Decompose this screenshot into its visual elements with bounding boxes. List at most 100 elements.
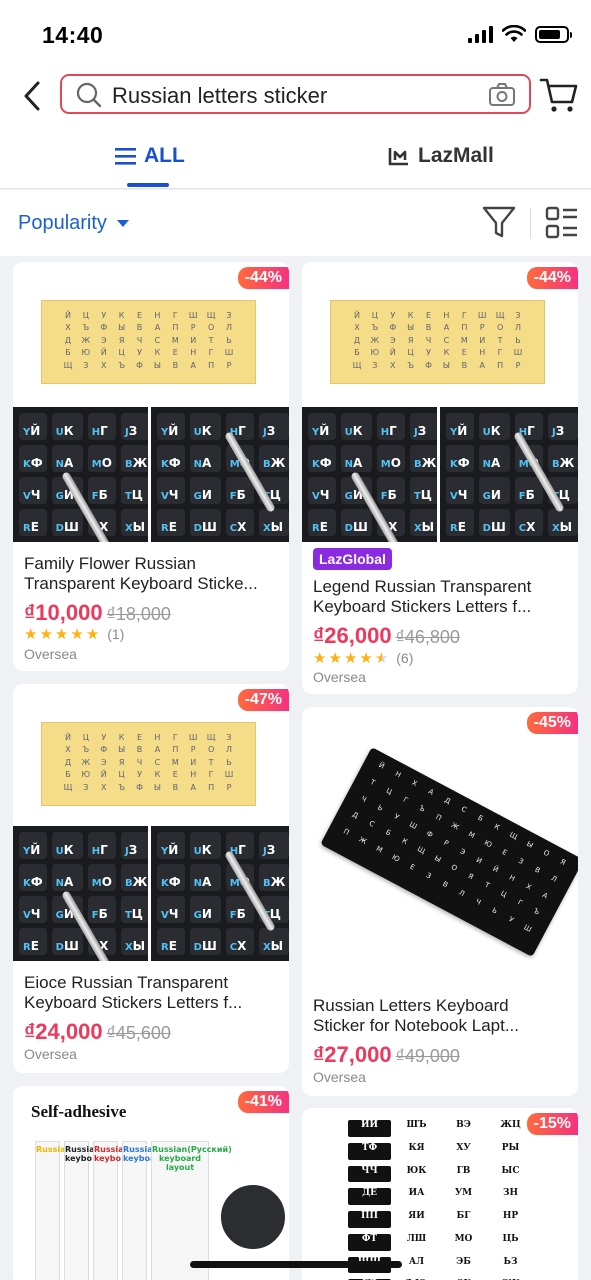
origin-label: Oversea (24, 1046, 77, 1062)
product-title: Eioce Russian Transparent Keyboard Stick… (24, 973, 243, 1012)
old-price: ₫18,000 (106, 604, 171, 624)
keyboard-photo: YЙUКHГJЗKФNАMОBЖVЧGИFБTЦRЕDШCХXЫ (13, 407, 148, 542)
discount-badge: -47% (237, 689, 289, 711)
status-bar: 14:40 (0, 0, 591, 66)
lazglobal-badge: LazGlobal (313, 548, 392, 570)
tab-all-indicator (127, 183, 169, 187)
sort-bar: Popularity (0, 190, 591, 256)
keyboard-photo: YЙUКHГJЗKФNАMОBЖVЧGИFБTЦRЕDШCХXЫ (302, 407, 437, 542)
origin-label: Oversea (24, 646, 77, 662)
product-title: Russian Letters Keyboard Sticker for Not… (313, 996, 519, 1035)
price-row: ₫27,000 ₫49,000 (313, 1042, 460, 1068)
sort-label: Popularity (18, 212, 107, 234)
filter-icon[interactable] (481, 204, 517, 240)
tab-lazmall-label: LazMall (418, 144, 494, 167)
image-caption: Self-adhesive (31, 1102, 127, 1121)
review-count: (6) (396, 650, 414, 666)
product-card[interactable]: ЙЦУКЕНГШЩЗХЪФЫВАПРОЛДЖЭЯЧСМИТЬБЮЙЦУКЕНГШ… (13, 684, 289, 1073)
sticker-strips: Russia Russia keybo Russia keybo Russia … (35, 1141, 232, 1280)
star-icon: ★ (313, 649, 327, 667)
sticker-strip: Russia keybo (93, 1141, 124, 1280)
home-indicator (190, 1261, 402, 1268)
sticker-sheet-letters: ЙЦУКЕНГШЩЗХЪФЫВАПРОЛДЖЭЯЧСМИТЬБЮЙЦУКЕНГШ… (63, 732, 234, 792)
sticker-strip: Russia keyboa (122, 1141, 155, 1280)
lazmall-icon (388, 148, 408, 166)
search-input[interactable]: Russian letters sticker (60, 74, 531, 114)
price-row: ₫10,000 ₫18,000 (24, 600, 171, 626)
product-image: Self-adhesive Russia Russia keybo Russia… (13, 1086, 289, 1280)
star-icon: ★ (24, 625, 38, 643)
product-card[interactable]: ЙЙ ШЪ ВЭ ЖЦ ТФ КЯ ХУ РЫ ЧЧ ЮК ГВ ЫС ДЕ ИА УМ ЗН ПП ЯИ БГ НР… (302, 1108, 578, 1280)
keyboard-photo: YЙUКHГJЗKФNАMОBЖVЧGИFБTЦRЕDШCХXЫ (151, 826, 289, 961)
star-icon: ★ (328, 649, 342, 667)
star-icon: ★ (54, 625, 69, 643)
product-card[interactable]: ЙНХАДСБКЩЫОЯТЦГЪПЖМЮЕЗВЛЧЬУШФРЭИЙНХАДСБК… (302, 707, 578, 1096)
back-button[interactable] (14, 76, 50, 116)
price: ₫10,000 (24, 600, 103, 625)
origin-label: Oversea (313, 669, 366, 685)
product-image: ЙЦУКЕНГШЩЗХЪФЫВАПРОЛДЖЭЯЧСМИТЬБЮЙЦУКЕНГШ… (302, 262, 578, 542)
wifi-icon (502, 25, 526, 42)
black-keyboard-sticker: ЙНХАДСБКЩЫОЯТЦГЪПЖМЮЕЗВЛЧЬУШФРЭИЙНХАДСБК… (320, 747, 578, 957)
review-count: (1) (107, 626, 125, 642)
star-icon: ★ (85, 625, 100, 643)
tab-lazmall[interactable]: LazMall (388, 144, 494, 168)
product-image: ЙНХАДСБКЩЫОЯТЦГЪПЖМЮЕЗВЛЧЬУШФРЭИЙНХАДСБК… (302, 707, 578, 983)
discount-badge: -15% (526, 1113, 578, 1135)
view-toggle-icon[interactable] (545, 206, 579, 240)
discount-badge: -44% (237, 267, 289, 289)
product-card[interactable]: ЙЦУКЕНГШЩЗХЪФЫВАПРОЛДЖЭЯЧСМИТЬБЮЙЦУКЕНГШ… (302, 262, 578, 694)
status-time: 14:40 (42, 22, 104, 48)
search-icon (76, 82, 102, 108)
product-image: ЙЦУКЕНГШЩЗХЪФЫВАПРОЛДЖЭЯЧСМИТЬБЮЙЦУКЕНГШ… (13, 262, 289, 542)
price: ₫24,000 (24, 1019, 103, 1044)
old-price: ₫49,000 (395, 1046, 460, 1066)
old-price: ₫46,800 (395, 627, 460, 647)
tab-all[interactable]: ALL (115, 144, 185, 168)
star-icon: ★ (39, 625, 53, 643)
sticker-closeup (218, 1182, 288, 1252)
sort-divider (530, 208, 531, 238)
old-price: ₫45,600 (106, 1023, 171, 1043)
sticker-sheet-letters: ЙЦУКЕНГШЩЗХЪФЫВАПРОЛДЖЭЯЧСМИТЬБЮЙЦУКЕНГШ… (63, 310, 234, 370)
discount-badge: -41% (237, 1091, 289, 1113)
tab-all-label: ALL (144, 144, 185, 167)
discount-badge: -45% (526, 712, 578, 734)
product-image: ЙЦУКЕНГШЩЗХЪФЫВАПРОЛДЖЭЯЧСМИТЬБЮЙЦУКЕНГШ… (13, 684, 289, 961)
back-icon (24, 81, 40, 111)
origin-label: Oversea (313, 1069, 366, 1085)
keyboard-photo: YЙUКHГJЗKФNАMОBЖVЧGИFБTЦRЕDШCХXЫ (151, 407, 289, 542)
search-header: Russian letters sticker (0, 66, 591, 126)
camera-icon[interactable] (489, 83, 515, 107)
battery-icon (535, 25, 572, 43)
star-icon: ★ (359, 649, 373, 667)
star-icon: ★ (343, 649, 358, 667)
star-half-icon: ★ (374, 649, 389, 667)
tabs-bar: ALL LazMall (0, 126, 591, 189)
discount-badge: -44% (526, 267, 578, 289)
product-card[interactable]: Self-adhesive Russia Russia keybo Russia… (13, 1086, 289, 1280)
price-row: ₫26,000 ₫46,800 (313, 623, 460, 649)
price-row: ₫24,000 ₫45,600 (24, 1019, 171, 1045)
price: ₫26,000 (313, 623, 392, 648)
product-card[interactable]: ЙЦУКЕНГШЩЗХЪФЫВАПРОЛДЖЭЯЧСМИТЬБЮЙЦУКЕНГШ… (13, 262, 289, 671)
search-query: Russian letters sticker (112, 83, 328, 108)
sticker-strip: Russian(Русский) keyboard layout (151, 1141, 232, 1280)
cart-button[interactable] (539, 74, 579, 114)
product-title: Legend Russian Transparent Keyboard Stic… (313, 577, 532, 616)
rating: ★ ★ ★ ★ ★ (6) (313, 650, 413, 666)
quote-sticker-sheet: ЙЙ ШЪ ВЭ ЖЦ ТФ КЯ ХУ РЫ ЧЧ ЮК ГВ ЫС ДЕ ИА УМ ЗН ПП ЯИ БГ НР… (344, 1116, 536, 1280)
sticker-strip: Russia (35, 1141, 66, 1280)
signal-icon (468, 25, 493, 43)
black-sticker-letters: ЙНХАДСБКЩЫОЯТЦГЪПЖМЮЕЗВЛЧЬУШФРЭИЙНХАДСБК… (342, 761, 567, 934)
cart-icon (539, 78, 578, 112)
keyboard-photo: YЙUКHГJЗKФNАMОBЖVЧGИFБTЦRЕDШCХXЫ (440, 407, 578, 542)
star-icon: ★ (70, 625, 84, 643)
caret-down-icon (116, 220, 129, 227)
rating: ★ ★ ★ ★ ★ (1) (24, 626, 124, 642)
status-icons (468, 25, 572, 43)
menu-icon (115, 147, 136, 165)
product-title: Family Flower Russian Transparent Keyboa… (24, 554, 258, 593)
keyboard-photo: YЙUКHГJЗKФNАMОBЖVЧGИFБTЦRЕDШCХXЫ (13, 826, 148, 961)
sort-dropdown[interactable]: Popularity (18, 212, 129, 235)
